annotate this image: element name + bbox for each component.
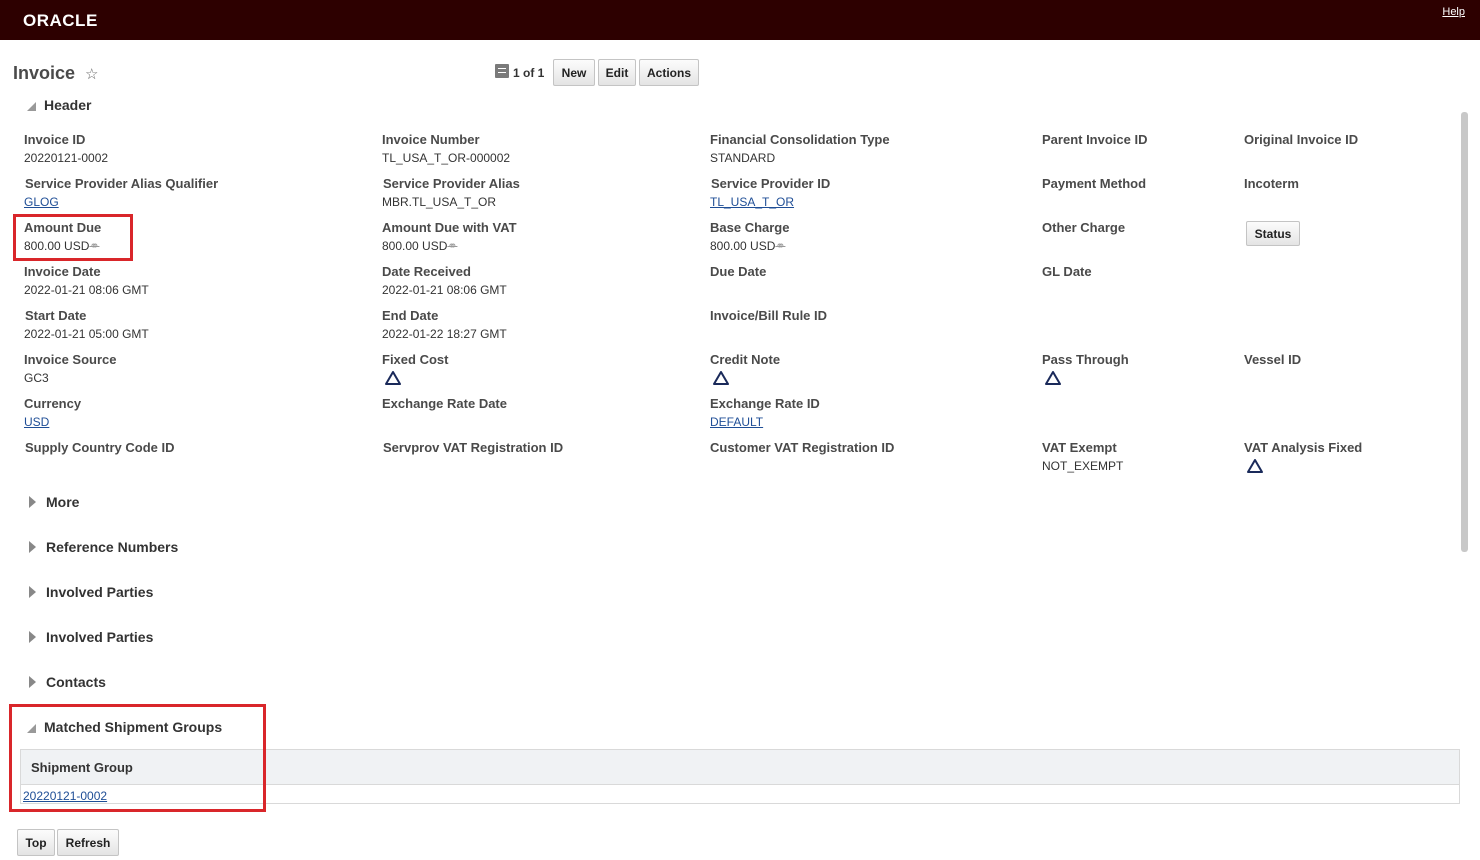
section-reference-numbers-title: Reference Numbers bbox=[46, 539, 179, 555]
currency-symbol-icon: ⚭ bbox=[89, 239, 100, 253]
service-provider-alias-qualifier-link[interactable]: GLOG bbox=[24, 195, 59, 209]
vat-exempt-value: NOT_EXEMPT bbox=[1042, 459, 1124, 473]
invoice-bill-rule-id-label: Invoice/Bill Rule ID bbox=[710, 308, 828, 323]
exchange-rate-date-label: Exchange Rate Date bbox=[382, 396, 507, 411]
invoice-date-value: 2022-01-21 08:06 GMT bbox=[24, 283, 149, 297]
currency-symbol-icon: ⚭ bbox=[775, 239, 786, 253]
end-date-value: 2022-01-22 18:27 GMT bbox=[382, 327, 507, 341]
pass-through-triangle-icon bbox=[1045, 371, 1061, 385]
exchange-rate-id-label: Exchange Rate ID bbox=[710, 396, 820, 411]
top-button[interactable]: Top bbox=[17, 829, 55, 856]
section-involved-parties-title: Involved Parties bbox=[46, 584, 154, 600]
supply-country-code-id-label: Supply Country Code ID bbox=[25, 440, 175, 455]
service-provider-id-link[interactable]: TL_USA_T_OR bbox=[710, 195, 794, 209]
section-contacts-toggle[interactable]: Contacts bbox=[27, 674, 106, 690]
service-provider-alias-value: MBR.TL_USA_T_OR bbox=[382, 195, 497, 209]
expand-triangle-icon bbox=[29, 631, 36, 643]
record-list-icon bbox=[495, 64, 509, 78]
service-provider-id-label: Service Provider ID bbox=[711, 176, 831, 191]
refresh-button[interactable]: Refresh bbox=[57, 829, 119, 856]
currency-label: Currency bbox=[24, 396, 82, 411]
vertical-scrollbar[interactable] bbox=[1461, 112, 1468, 552]
pass-through-label: Pass Through bbox=[1042, 352, 1129, 367]
collapse-triangle-icon bbox=[27, 101, 36, 111]
financial-consolidation-type-label: Financial Consolidation Type bbox=[710, 132, 890, 147]
invoice-date-label: Invoice Date bbox=[24, 264, 101, 279]
vat-analysis-fixed-triangle-icon bbox=[1247, 459, 1263, 473]
top-bar: ORACLE Help bbox=[0, 0, 1480, 40]
vessel-id-label: Vessel ID bbox=[1244, 352, 1302, 367]
amount-due-amount: 800.00 USD bbox=[24, 239, 90, 253]
edit-button[interactable]: Edit bbox=[598, 59, 636, 86]
fixed-cost-triangle-icon bbox=[385, 371, 401, 385]
section-reference-numbers-toggle[interactable]: Reference Numbers bbox=[27, 539, 178, 555]
new-button[interactable]: New bbox=[553, 59, 595, 86]
gl-date-label: GL Date bbox=[1042, 264, 1092, 279]
section-header-toggle[interactable]: Header bbox=[27, 97, 91, 113]
vat-exempt-label: VAT Exempt bbox=[1042, 440, 1117, 455]
customer-vat-registration-id-label: Customer VAT Registration ID bbox=[710, 440, 895, 455]
amount-due-with-vat-amount: 800.00 USD bbox=[382, 239, 448, 253]
service-provider-alias-qualifier-label: Service Provider Alias Qualifier bbox=[25, 176, 219, 191]
credit-note-label: Credit Note bbox=[710, 352, 781, 367]
section-more-title: More bbox=[46, 494, 80, 510]
oracle-logo: ORACLE bbox=[23, 11, 98, 30]
servprov-vat-registration-id-label: Servprov VAT Registration ID bbox=[383, 440, 564, 455]
start-date-value: 2022-01-21 05:00 GMT bbox=[24, 327, 149, 341]
section-more-toggle[interactable]: More bbox=[27, 494, 79, 510]
base-charge-label: Base Charge bbox=[710, 220, 790, 235]
favorite-star-icon[interactable]: ☆ bbox=[85, 65, 98, 83]
section-contacts-title: Contacts bbox=[46, 674, 106, 690]
section-involved-parties-toggle[interactable]: Involved Parties bbox=[27, 584, 153, 600]
fixed-cost-label: Fixed Cost bbox=[382, 352, 449, 367]
expand-triangle-icon bbox=[29, 496, 36, 508]
date-received-value: 2022-01-21 08:06 GMT bbox=[382, 283, 507, 297]
currency-symbol-icon: ⚭ bbox=[447, 239, 458, 253]
start-date-label: Start Date bbox=[25, 308, 87, 323]
expand-triangle-icon bbox=[29, 586, 36, 598]
page-title: Invoice bbox=[13, 63, 76, 83]
amount-due-with-vat-label: Amount Due with VAT bbox=[382, 220, 517, 235]
invoice-source-value: GC3 bbox=[24, 371, 49, 385]
status-button[interactable]: Status bbox=[1246, 221, 1300, 246]
section-header-title: Header bbox=[44, 97, 92, 113]
matched-shipment-groups-highlight bbox=[9, 704, 266, 812]
section-involved-parties-2-toggle[interactable]: Involved Parties bbox=[27, 629, 153, 645]
payment-method-label: Payment Method bbox=[1042, 176, 1147, 191]
base-charge-value: 800.00 USD⚭ bbox=[710, 239, 785, 253]
due-date-label: Due Date bbox=[710, 264, 767, 279]
original-invoice-id-label: Original Invoice ID bbox=[1244, 132, 1359, 147]
base-charge-amount: 800.00 USD bbox=[710, 239, 776, 253]
section-involved-parties-2-title: Involved Parties bbox=[46, 629, 154, 645]
currency-link[interactable]: USD bbox=[24, 415, 49, 429]
financial-consolidation-type-value: STANDARD bbox=[710, 151, 776, 165]
vat-analysis-fixed-label: VAT Analysis Fixed bbox=[1244, 440, 1363, 455]
amount-due-label: Amount Due bbox=[24, 220, 102, 235]
invoice-id-label: Invoice ID bbox=[24, 132, 86, 147]
record-count: 1 of 1 bbox=[513, 66, 545, 80]
service-provider-alias-label: Service Provider Alias bbox=[383, 176, 520, 191]
other-charge-label: Other Charge bbox=[1042, 220, 1126, 235]
help-link[interactable]: Help bbox=[1442, 6, 1465, 18]
invoice-source-label: Invoice Source bbox=[24, 352, 117, 367]
date-received-label: Date Received bbox=[382, 264, 471, 279]
parent-invoice-id-label: Parent Invoice ID bbox=[1042, 132, 1148, 147]
invoice-number-value: TL_USA_T_OR-000002 bbox=[382, 151, 511, 165]
amount-due-with-vat-value: 800.00 USD⚭ bbox=[382, 239, 457, 253]
incoterm-label: Incoterm bbox=[1244, 176, 1299, 191]
expand-triangle-icon bbox=[29, 541, 36, 553]
actions-button[interactable]: Actions bbox=[639, 59, 699, 86]
credit-note-triangle-icon bbox=[713, 371, 729, 385]
end-date-label: End Date bbox=[382, 308, 439, 323]
amount-due-value: 800.00 USD⚭ bbox=[24, 239, 99, 253]
exchange-rate-id-link[interactable]: DEFAULT bbox=[710, 415, 763, 429]
invoice-id-value: 20220121-0002 bbox=[24, 151, 109, 165]
invoice-number-label: Invoice Number bbox=[382, 132, 480, 147]
expand-triangle-icon bbox=[29, 676, 36, 688]
